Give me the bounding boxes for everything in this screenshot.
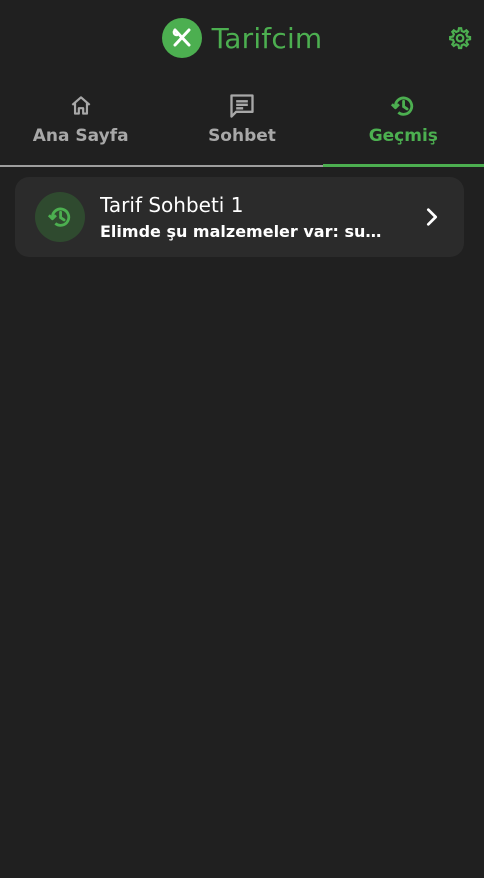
tab-chat-label: Sohbet: [208, 126, 276, 146]
history-item-avatar: [35, 192, 85, 242]
tab-history[interactable]: Geçmiş: [322, 88, 484, 167]
tab-history-label: Geçmiş: [368, 126, 438, 146]
gear-icon: [449, 27, 472, 50]
history-list: Tarif Sohbeti 1 Elimde şu malzemeler var…: [15, 177, 464, 257]
history-item-title: Tarif Sohbeti 1: [100, 193, 244, 217]
tab-bar: Ana Sayfa Sohbet Geçmiş: [0, 88, 484, 167]
tab-chat[interactable]: Sohbet: [161, 88, 322, 165]
app-title: Tarifcim: [211, 21, 323, 55]
app-root: Tarifcim Ana Sayfa Sohbet Geçmiş Tarif S…: [0, 0, 484, 878]
brand: Tarifcim: [0, 18, 484, 58]
history-item[interactable]: Tarif Sohbeti 1 Elimde şu malzemeler var…: [15, 177, 464, 257]
chat-icon: [228, 92, 256, 120]
settings-button[interactable]: [444, 24, 474, 54]
history-icon: [47, 207, 71, 227]
app-header: Tarifcim: [0, 0, 484, 80]
history-item-snippet: Elimde şu malzemeler var: sucuk: [100, 222, 390, 241]
chevron-right-icon: [420, 205, 444, 229]
history-item-text: Tarif Sohbeti 1 Elimde şu malzemeler var…: [100, 193, 410, 241]
fork-knife-icon: [161, 18, 202, 58]
tab-home-label: Ana Sayfa: [32, 126, 129, 146]
tab-home[interactable]: Ana Sayfa: [0, 88, 161, 165]
history-icon: [389, 92, 417, 120]
home-icon: [68, 92, 94, 120]
